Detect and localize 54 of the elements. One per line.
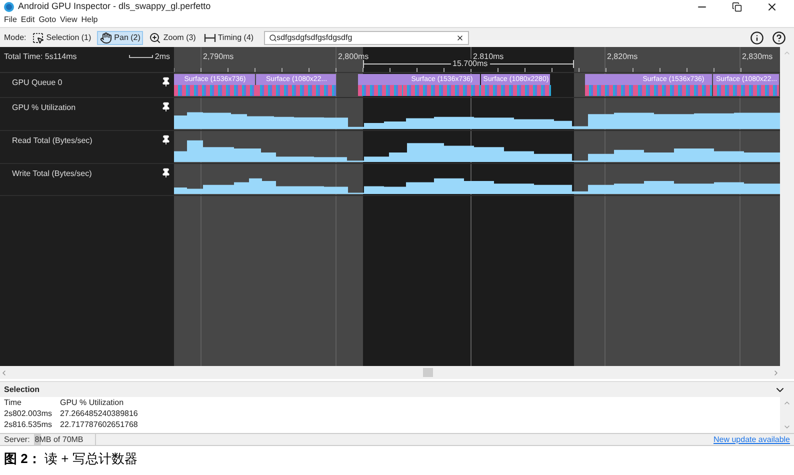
time-tick-label: 2,790ms [203,51,234,63]
server-label: Server: [4,434,30,446]
timing-icon [204,32,216,44]
memory-meter: 8MB of 70MB [34,434,96,445]
table-cell-text: 2s802.003ms [4,408,54,419]
time-tick-label: 2,810ms [473,51,504,61]
menu-item[interactable]: File [4,14,17,26]
scroll-thumb[interactable] [423,368,433,377]
total-time: Total Time: 5s114ms [4,51,77,63]
track-name: Read Total (Bytes/sec) [12,135,94,147]
search-field[interactable]: sdfgsdgfsdfgsfdgsdfg [264,30,469,44]
clear-icon[interactable] [456,34,464,42]
pin-icon[interactable] [161,135,171,145]
scroll-right-icon[interactable] [772,368,780,376]
table-cell-text: 2s816.535ms [4,419,54,430]
mode-button[interactable]: Zoom (3) [147,30,198,44]
track-name: GPU % Utilization [12,102,77,114]
scale-label: 2ms [154,51,170,63]
time-tick-label: 2,820ms [607,51,638,63]
menu-item[interactable]: Help [81,14,98,26]
selection-icon [32,32,44,44]
track-name: GPU Queue 0 [12,77,64,89]
table-cell: 27.266485240389816 [60,408,138,419]
time-tick-label: 2,800ms [338,51,369,63]
mode-button[interactable]: Pan (2) [97,30,144,44]
window-title: Android GPU Inspector - dls_swappy_gl.perfetto [18,0,211,14]
menu-item[interactable]: Edit [20,14,35,26]
pin-icon[interactable] [161,77,171,87]
app-logo-icon [4,2,14,12]
scroll-left-icon[interactable] [0,368,8,376]
menu-item[interactable]: Goto [38,14,56,26]
track-name: Write Total (Bytes/sec) [12,168,93,180]
info-icon[interactable] [750,30,764,44]
column-header: Time [4,397,22,408]
measure-label: 15.700ms [450,59,490,69]
panel-title: Selection [4,384,41,396]
menu-item[interactable]: View [60,14,78,26]
time-tick-label: 2,830ms [742,51,773,63]
close-icon[interactable] [766,1,778,13]
pin-icon[interactable] [161,168,171,178]
zoom-icon [149,32,162,44]
help-icon[interactable] [772,30,786,44]
mode-button[interactable]: Timing (4) [202,30,256,44]
column-header: GPU % Utilization [60,397,124,408]
search-icon [268,34,277,42]
update-link[interactable]: New update available [714,434,790,446]
mode-label: Mode: [4,32,26,44]
mode-button[interactable]: Selection (1) [30,30,94,44]
pin-icon[interactable] [161,102,171,112]
table-cell: 22.717787602651768 [60,419,138,430]
hand-icon [100,32,112,44]
figure-caption: 图 2： 读 + 写总计数器 [4,450,138,468]
scale-bar-icon [128,55,153,58]
restore-icon[interactable] [732,2,742,12]
